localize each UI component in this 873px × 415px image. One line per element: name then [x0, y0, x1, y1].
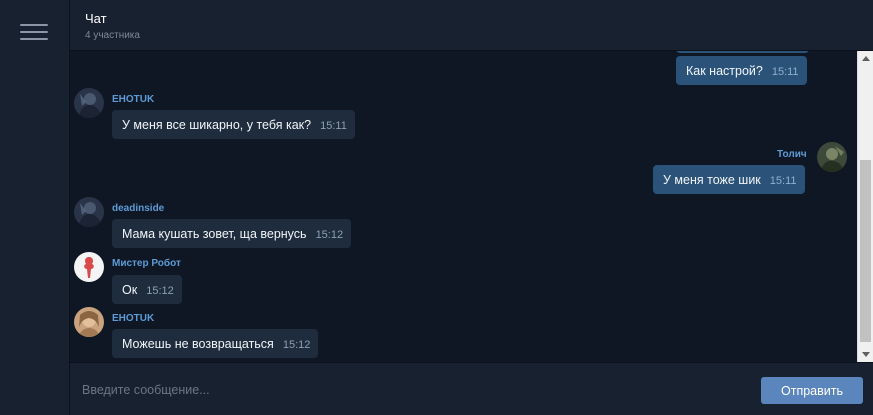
scrollbar[interactable]: [857, 51, 873, 362]
sender-name[interactable]: EHOTUK: [112, 94, 154, 105]
scroll-up-arrow-icon[interactable]: [862, 56, 870, 61]
hamburger-menu-icon[interactable]: [20, 22, 48, 42]
message-bubble: Мама кушать зовет, ща вернусь 15:12: [112, 219, 352, 248]
composer: Отправить: [70, 362, 873, 415]
avatar[interactable]: [74, 197, 104, 227]
message-list[interactable]: Как настрой? 15:11 EHOTUK У меня все шик…: [70, 51, 857, 362]
message-text: У меня тоже шик: [663, 172, 761, 187]
participant-count: 4 участника: [85, 30, 140, 41]
scroll-thumb[interactable]: [860, 160, 871, 342]
chat-header: Чат 4 участника: [70, 0, 873, 51]
send-button[interactable]: Отправить: [761, 377, 863, 404]
avatar[interactable]: [817, 142, 847, 172]
message-time: 15:12: [315, 229, 344, 241]
avatar[interactable]: [74, 252, 104, 282]
avatar[interactable]: [74, 307, 104, 337]
message-text: Можешь не возвращаться: [122, 336, 274, 351]
sender-name[interactable]: Мистер Робот: [112, 258, 181, 269]
message-time: 15:11: [771, 66, 799, 78]
sidebar: [0, 0, 70, 415]
scroll-down-arrow-icon[interactable]: [862, 352, 870, 357]
message-text: У меня все шикарно, у тебя как?: [122, 117, 312, 132]
message-bubble: Ок 15:12: [112, 275, 182, 304]
message-text: Мама кушать зовет, ща вернусь: [122, 226, 307, 241]
message-time: 15:12: [146, 285, 174, 297]
message-bubble: У меня тоже шик 15:11: [653, 165, 805, 194]
message-bubble: У меня все шикарно, у тебя как? 15:11: [112, 110, 355, 139]
chat-title: Чат: [85, 11, 107, 26]
sender-name[interactable]: deadinside: [112, 203, 164, 214]
message-time: 15:12: [282, 339, 311, 351]
message-bubble: Как настрой? 15:11: [676, 56, 807, 85]
avatar[interactable]: [74, 88, 104, 118]
message-input[interactable]: [70, 363, 750, 415]
message-bubble-partial: [676, 51, 809, 53]
sender-name[interactable]: EHOTUK: [112, 313, 154, 324]
message-time: 15:11: [320, 120, 347, 132]
message-text: Как настрой?: [686, 63, 763, 78]
message-text: Ок: [122, 282, 138, 297]
message-time: 15:11: [769, 175, 797, 187]
message-bubble: Можешь не возвращаться 15:12: [112, 329, 319, 358]
sender-name[interactable]: Толич: [777, 149, 807, 160]
